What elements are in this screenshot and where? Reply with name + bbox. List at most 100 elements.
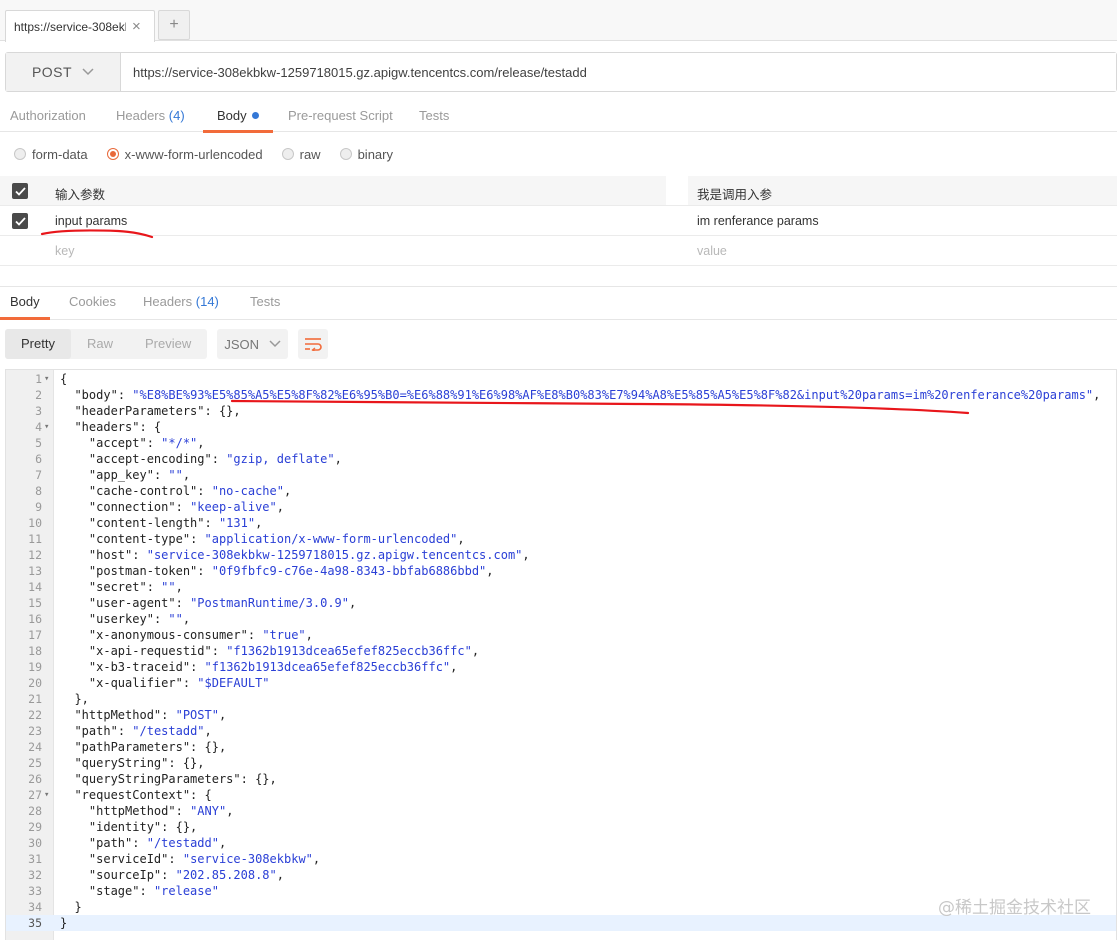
line-number: 34 <box>28 900 42 914</box>
code-line: 29 "identity": {}, <box>6 819 1116 835</box>
resp-tab-body[interactable]: Body <box>0 294 50 320</box>
line-number: 10 <box>28 516 42 530</box>
radio-x-www-form-urlencoded[interactable]: x-www-form-urlencoded <box>106 147 263 162</box>
line-number: 9 <box>35 500 42 514</box>
tab-tests[interactable]: Tests <box>419 108 449 123</box>
line-number: 17 <box>28 628 42 642</box>
tab-authorization[interactable]: Authorization <box>10 108 86 123</box>
new-tab-button[interactable]: + <box>158 10 190 40</box>
tab-headers[interactable]: Headers (4) <box>116 108 185 123</box>
code-text: }, <box>60 692 89 706</box>
line-number: 20 <box>28 676 42 690</box>
check-icon <box>14 216 26 226</box>
resp-tab-tests[interactable]: Tests <box>250 294 280 309</box>
code-text: "accept": "*/*", <box>88 436 205 450</box>
code-text: { <box>60 372 68 386</box>
code-text: "x-api-requestid": "f1362b1913dcea65efef… <box>88 644 480 658</box>
response-view-toolbar: Pretty Raw Preview JSON <box>5 329 329 359</box>
code-text: "queryStringParameters": {}, <box>74 772 277 786</box>
code-text: "x-qualifier": "$DEFAULT" <box>88 676 270 690</box>
line-number: 14 <box>28 580 42 594</box>
response-body-editor[interactable]: 1 ▾{2 "body": "%E8%BE%93%E5%85%A5%E5%8F%8… <box>5 369 1117 940</box>
wrap-lines-icon <box>305 338 322 351</box>
key-placeholder-input[interactable]: key <box>55 244 74 258</box>
line-number: 12 <box>28 548 42 562</box>
code-text: "userkey": "", <box>88 612 191 626</box>
radio-selected-icon <box>106 148 119 160</box>
method-dropdown[interactable]: POST <box>6 53 121 91</box>
code-line: 9 "connection": "keep-alive", <box>6 499 1116 515</box>
resp-tab-cookies[interactable]: Cookies <box>69 294 116 309</box>
line-number: 11 <box>28 532 42 546</box>
resp-tab-headers[interactable]: Headers (14) <box>143 294 219 309</box>
value-placeholder-input[interactable]: value <box>697 244 727 258</box>
code-line: 16 "userkey": "", <box>6 611 1116 627</box>
code-line: 30 "path": "/testadd", <box>6 835 1116 851</box>
line-number: 30 <box>28 836 42 850</box>
radio-circle-icon <box>339 148 352 160</box>
code-line: 13 "postman-token": "0f9fbfc9-c76e-4a98-… <box>6 563 1116 579</box>
code-line: 6 "accept-encoding": "gzip, deflate", <box>6 451 1116 467</box>
fold-toggle-icon[interactable]: ▾ <box>44 371 49 387</box>
line-number: 28 <box>28 804 42 818</box>
tab-body[interactable]: Body <box>203 108 273 133</box>
select-all-checkbox[interactable] <box>12 183 28 199</box>
code-line: 28 "httpMethod": "ANY", <box>6 803 1116 819</box>
line-number: 23 <box>28 724 42 738</box>
tab-label: Body <box>217 108 247 123</box>
line-number: 4 <box>35 420 42 434</box>
param-value-cell[interactable]: 我是调用入参 <box>697 184 772 203</box>
wrap-lines-button[interactable] <box>298 329 329 359</box>
close-icon[interactable]: × <box>132 18 141 35</box>
line-number: 29 <box>28 820 42 834</box>
tab-pre-request-script[interactable]: Pre-request Script <box>288 108 393 123</box>
fold-toggle-icon[interactable]: ▾ <box>44 419 49 435</box>
params-table: 输入参数 我是调用入参 input params im renferance p… <box>0 176 1117 266</box>
url-input[interactable] <box>121 53 1116 91</box>
code-text: "app_key": "", <box>88 468 191 482</box>
code-text: "connection": "keep-alive", <box>88 500 284 514</box>
response-tabs: Body Cookies Headers (14) Tests <box>0 286 1117 320</box>
view-pretty-button[interactable]: Pretty <box>5 329 71 359</box>
code-line: 25 "queryString": {}, <box>6 755 1116 771</box>
code-text: "httpMethod": "POST", <box>74 708 227 722</box>
view-raw-button[interactable]: Raw <box>71 329 129 359</box>
code-line: 21 }, <box>6 691 1116 707</box>
request-tab-title: https://service-308ekbkw-1259718015.gz.a… <box>14 19 126 34</box>
view-preview-button[interactable]: Preview <box>129 329 207 359</box>
line-number: 26 <box>28 772 42 786</box>
tab-label: Tests <box>250 294 281 309</box>
line-number: 3 <box>35 404 42 418</box>
line-number: 25 <box>28 756 42 770</box>
radio-raw[interactable]: raw <box>281 146 321 162</box>
code-text: "x-anonymous-consumer": "true", <box>88 628 313 642</box>
code-line: 14 "secret": "", <box>6 579 1116 595</box>
line-number: 1 <box>35 372 42 386</box>
chevron-down-icon <box>269 340 281 348</box>
code-text: "content-length": "131", <box>88 516 263 530</box>
code-lines: 1 ▾{2 "body": "%E8%BE%93%E5%85%A5%E5%8F%8… <box>6 371 1116 931</box>
param-key-cell[interactable]: input params <box>55 214 127 228</box>
request-tab[interactable]: https://service-308ekbkw-1259718015.gz.a… <box>5 10 155 42</box>
param-value-cell[interactable]: im renferance params <box>697 214 819 228</box>
code-line: 3 "headerParameters": {}, <box>6 403 1116 419</box>
fold-toggle-icon[interactable]: ▾ <box>44 787 49 803</box>
radio-circle-icon <box>14 148 26 160</box>
code-line: 11 "content-type": "application/x-www-fo… <box>6 531 1116 547</box>
tab-label: Authorization <box>10 108 86 123</box>
radio-binary[interactable]: binary <box>339 147 393 162</box>
format-dropdown[interactable]: JSON <box>217 329 289 359</box>
line-number: 15 <box>28 596 42 610</box>
code-line: 15 "user-agent": "PostmanRuntime/3.0.9", <box>6 595 1116 611</box>
line-number: 7 <box>35 468 42 482</box>
code-line: 23 "path": "/testadd", <box>6 723 1116 739</box>
row-checkbox[interactable] <box>12 213 28 229</box>
modified-dot-icon <box>251 112 259 119</box>
tab-bar: https://service-308ekbkw-1259718015.gz.a… <box>0 0 1117 42</box>
code-text: "httpMethod": "ANY", <box>88 804 234 818</box>
request-tabs: Authorization Headers (4) Body Pre-reque… <box>0 100 1117 133</box>
radio-form-data[interactable]: form-data <box>14 147 88 162</box>
radio-label: raw <box>299 146 321 162</box>
line-number: 21 <box>28 692 42 706</box>
param-key-cell[interactable]: 输入参数 <box>55 184 105 203</box>
